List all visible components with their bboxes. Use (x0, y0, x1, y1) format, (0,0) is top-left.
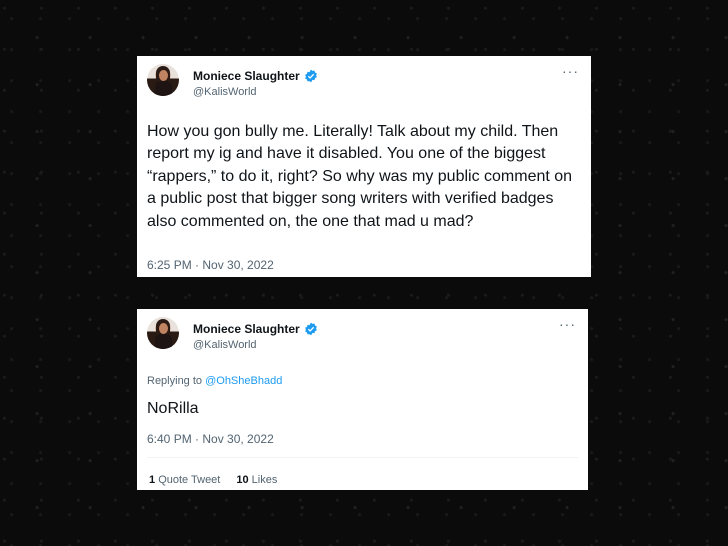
tweet-text: NoRilla (147, 400, 199, 417)
quote-label: Quote Tweet (158, 474, 221, 486)
more-options-icon[interactable]: ··· (559, 317, 576, 331)
tweet-card-2[interactable]: Moniece Slaughter @KalisWorld ··· Replyi… (137, 309, 588, 490)
replying-mention-link[interactable]: @OhSheBhadd (205, 375, 282, 387)
author-name[interactable]: Moniece Slaughter (193, 322, 300, 336)
more-options-icon[interactable]: ··· (562, 64, 579, 78)
author-name[interactable]: Moniece Slaughter (193, 69, 300, 83)
avatar[interactable] (147, 317, 179, 349)
quote-count: 1 (149, 474, 156, 486)
verified-badge-icon (304, 69, 318, 83)
author-handle[interactable]: @KalisWorld (193, 339, 257, 351)
avatar[interactable] (147, 64, 179, 96)
likes-count: 10 (236, 474, 249, 486)
tweet-timestamp[interactable]: 6:40 PM · Nov 30, 2022 (147, 432, 274, 446)
replying-label: Replying to (147, 375, 206, 387)
divider (147, 457, 578, 458)
author-row: Moniece Slaughter (193, 322, 318, 336)
tweet-card-1[interactable]: Moniece Slaughter @KalisWorld ··· How yo… (137, 56, 591, 277)
author-row: Moniece Slaughter (193, 69, 318, 83)
replying-to: Replying to @OhSheBhadd (147, 375, 282, 387)
tweet-text: How you gon bully me. Literally! Talk ab… (147, 123, 573, 230)
author-handle[interactable]: @KalisWorld (193, 86, 257, 98)
likes-label: Likes (251, 474, 278, 486)
verified-badge-icon (304, 322, 318, 336)
tweet-timestamp[interactable]: 6:25 PM · Nov 30, 2022 (147, 258, 274, 272)
engagement-stats: 1 Quote Tweet 10 Likes (149, 474, 277, 486)
likes-link[interactable]: 10 Likes (236, 474, 277, 486)
quote-tweets-link[interactable]: 1 Quote Tweet (149, 474, 220, 486)
